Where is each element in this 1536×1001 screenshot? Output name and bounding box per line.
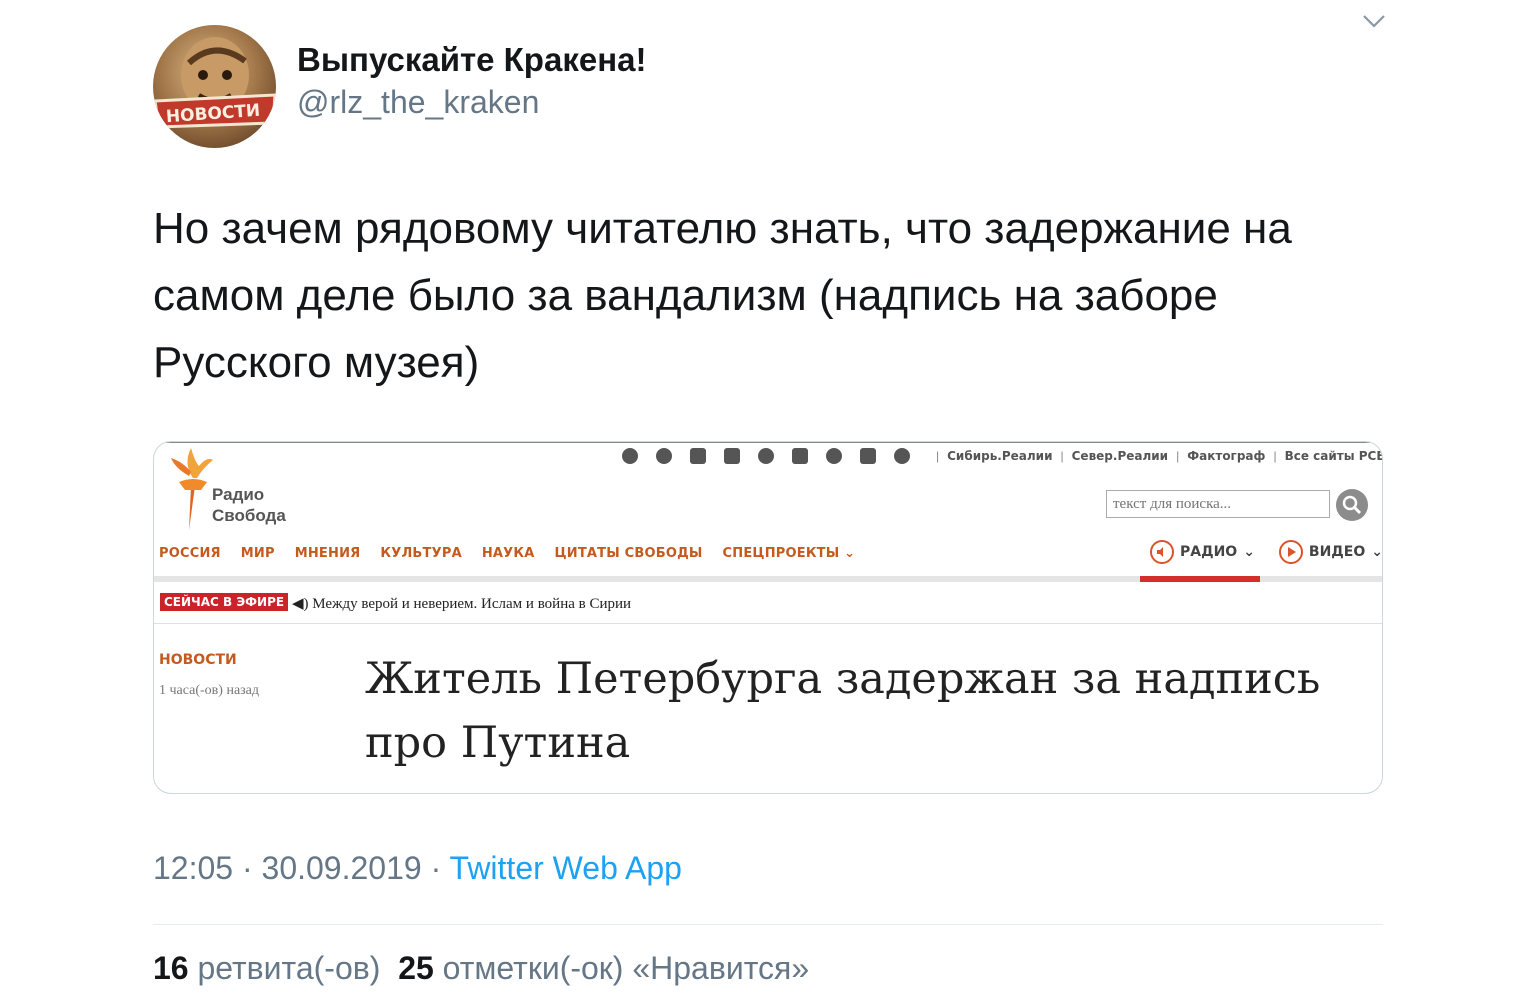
speaker-icon (1150, 540, 1174, 564)
play-icon (1278, 540, 1303, 564)
divider (154, 623, 1382, 624)
nav-item-science[interactable]: НАУКА (482, 546, 535, 561)
separator: · (241, 850, 262, 886)
card-top-border (154, 442, 1382, 443)
active-tab-indicator (1140, 576, 1260, 582)
display-name[interactable]: Выпускайте Кракена! (297, 41, 646, 79)
volume-icon: ◀︎) (292, 596, 309, 612)
logo-line-1: Радио (212, 485, 265, 504)
separator: | (936, 449, 940, 463)
logo-line-2: Свобода (212, 506, 286, 525)
youtube-icon[interactable] (690, 448, 706, 464)
avatar[interactable]: НОВОСТИ (153, 25, 276, 148)
media-nav: РАДИО ⌄ ВИДЕО ⌄ (1150, 540, 1383, 564)
retweets-stat[interactable]: 16 ретвита(-ов) (153, 950, 380, 986)
instagram-icon[interactable] (860, 448, 876, 464)
chevron-down-icon: ⌄ (844, 546, 856, 561)
vk-icon[interactable] (724, 448, 740, 464)
radio-button[interactable]: РАДИО ⌄ (1150, 540, 1255, 564)
nav-item-world[interactable]: МИР (241, 546, 275, 561)
site-link-all-sites[interactable]: Все сайты РСЕ/РС (1285, 449, 1382, 463)
tweet-meta: 12:05 · 30.09.2019 · Twitter Web App (153, 850, 682, 887)
plus-icon[interactable] (792, 448, 808, 464)
twitter-icon[interactable] (656, 448, 672, 464)
tweet-text: Но зачем рядовому читателю знать, что за… (153, 204, 1292, 387)
user-handle[interactable]: @rlz_the_kraken (297, 84, 539, 121)
likes-stat[interactable]: 25 отметки(-ок) «Нравится» (398, 950, 809, 986)
search-input[interactable] (1106, 490, 1330, 518)
search-icon[interactable] (1336, 489, 1368, 521)
on-air-program-title: Между верой и неверием. Ислам и война в … (312, 596, 632, 612)
separator: · (430, 850, 450, 886)
nav-item-russia[interactable]: РОССИЯ (159, 546, 221, 561)
nav-item-special-label: СПЕЦПРОЕКТЫ (722, 546, 840, 561)
likes-label: отметки(-ок) «Нравится» (442, 950, 810, 986)
nav-item-culture[interactable]: КУЛЬТУРА (380, 546, 461, 561)
tweet-source-link[interactable]: Twitter Web App (450, 850, 682, 886)
tweet-stats: 16 ретвита(-ов) 25 отметки(-ок) «Нравитс… (153, 950, 809, 987)
odnoklassniki-icon[interactable] (894, 448, 910, 464)
article-time: 1 часа(-ов) назад (159, 683, 260, 698)
divider (153, 924, 1383, 925)
site-link-north[interactable]: Север.Реалии (1072, 449, 1168, 463)
radio-label: РАДИО (1180, 544, 1238, 560)
nav-item-special[interactable]: СПЕЦПРОЕКТЫ ⌄ (723, 546, 856, 561)
tweet-menu-chevron-icon[interactable] (1360, 8, 1388, 32)
likes-count: 25 (398, 950, 434, 986)
article-category[interactable]: НОВОСТИ (159, 652, 237, 668)
site-link-factograph[interactable]: Фактограф (1187, 449, 1265, 463)
social-links-row: | Сибирь.Реалии | Север.Реалии | Фактогр… (622, 446, 1382, 466)
tweet-time[interactable]: 12:05 (153, 850, 233, 886)
on-air-program[interactable]: ◀︎) Между верой и неверием. Ислам и войн… (292, 594, 631, 613)
article-headline: Житель Петербурга задержан за надпись пр… (365, 654, 1321, 768)
telegram-icon[interactable] (758, 448, 774, 464)
video-button[interactable]: ВИДЕО ⌄ (1278, 540, 1383, 564)
on-air-badge[interactable]: СЕЙЧАС В ЭФИРЕ (160, 593, 289, 611)
separator: | (1060, 449, 1064, 463)
facebook-icon[interactable] (622, 448, 638, 464)
retweets-count: 16 (153, 950, 189, 986)
tweet-date[interactable]: 30.09.2019 (262, 850, 422, 886)
main-nav: РОССИЯ МИР МНЕНИЯ КУЛЬТУРА НАУКА ЦИТАТЫ … (159, 546, 855, 561)
site-link-siberia[interactable]: Сибирь.Реалии (947, 449, 1052, 463)
nav-item-opinions[interactable]: МНЕНИЯ (295, 546, 361, 561)
video-label: ВИДЕО (1308, 544, 1366, 560)
chevron-down-icon: ⌄ (1243, 544, 1255, 560)
soundcloud-icon[interactable] (826, 448, 842, 464)
embedded-image-card[interactable]: | Сибирь.Реалии | Север.Реалии | Фактогр… (153, 441, 1383, 794)
separator: | (1176, 449, 1180, 463)
retweets-label: ретвита(-ов) (197, 950, 381, 986)
logo-text: Радио Свобода (212, 484, 286, 526)
chevron-down-icon: ⌄ (1371, 544, 1383, 560)
separator: | (1273, 449, 1277, 463)
nav-item-quotes[interactable]: ЦИТАТЫ СВОБОДЫ (554, 546, 702, 561)
